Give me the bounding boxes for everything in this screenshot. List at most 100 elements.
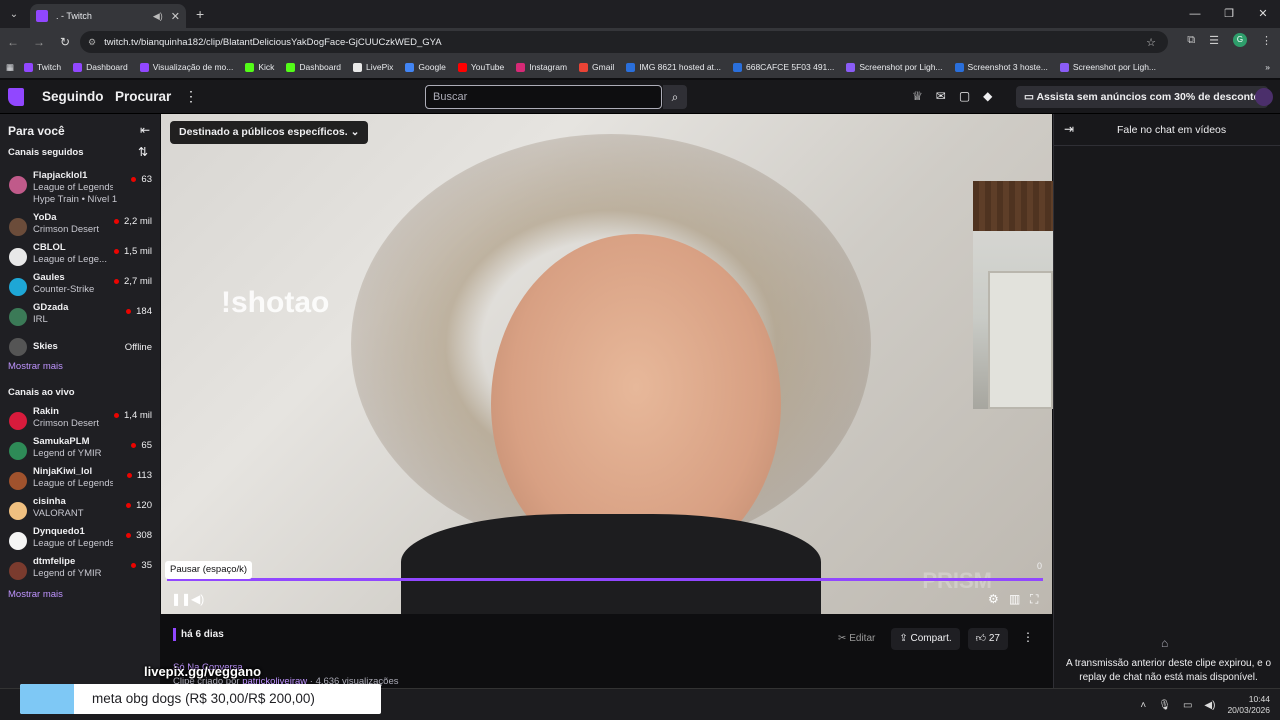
bookmark-item[interactable]: YouTube [457, 62, 504, 72]
ad-free-button[interactable]: ▭ Assista sem anúncios com 30% de descon… [1016, 86, 1268, 108]
channel-game: League of Legends [33, 478, 113, 489]
menu-icon[interactable]: ⋮ [1261, 34, 1272, 47]
new-tab-icon[interactable]: + [196, 6, 204, 22]
clock[interactable]: 10:44 20/03/2026 [1227, 694, 1270, 716]
bookmark-item[interactable]: 668CAFCE 5F03 491... [733, 62, 834, 72]
speaker-icon[interactable]: ◀) [153, 11, 163, 22]
bookmark-item[interactable]: IMG 8621 hosted at... [626, 62, 721, 72]
like-button[interactable]: 👍︎ 27 [967, 628, 1008, 650]
bookmark-favicon-icon [954, 62, 964, 72]
show-more-followed[interactable]: Mostrar mais [8, 361, 63, 372]
reload-icon[interactable]: ↻ [52, 35, 78, 49]
sidebar-channel[interactable]: Rakin Crimson Desert 1,4 mil [0, 406, 160, 436]
bookmark-item[interactable]: Google [405, 62, 446, 72]
viewer-count-text: 120 [136, 500, 152, 511]
like-count: 27 [988, 633, 1000, 644]
bookmark-favicon-icon [579, 62, 589, 72]
bookmark-item[interactable]: Screenshot por Ligh... [1059, 62, 1157, 72]
channel-avatar [9, 338, 27, 356]
search-icon[interactable]: ⌕ [663, 85, 687, 109]
tray-chevron-icon[interactable]: ˄ [1140, 700, 1146, 711]
extensions-icon[interactable]: ⧉ [1187, 34, 1195, 47]
sidebar-channel[interactable]: NinjaKiwi_lol League of Legends 113 [0, 466, 160, 496]
theatre-mode-icon[interactable]: ▥ [1009, 592, 1020, 606]
channel-avatar [9, 218, 27, 236]
clip-more-icon[interactable]: ⋮ [1022, 630, 1034, 644]
volume-icon[interactable]: ◀) [191, 592, 204, 606]
bookmark-label: Gmail [592, 62, 615, 72]
audience-dropdown[interactable]: Destinado a públicos específicos. ⌄ [170, 121, 369, 144]
minimize-icon[interactable]: — [1178, 0, 1212, 28]
video-player[interactable]: !shotao Destinado a públicos específicos… [161, 114, 1052, 614]
sidebar-channel[interactable]: dtmfelipe Legend of YMIR 35 [0, 556, 160, 586]
sidebar-channel[interactable]: GDzada IRL 184 [0, 302, 160, 332]
live-dot-icon [114, 218, 120, 224]
restore-icon[interactable]: ❐ [1212, 0, 1246, 28]
nav-following[interactable]: Seguindo [42, 89, 104, 104]
nav-browse[interactable]: Procurar [115, 89, 171, 104]
bookmark-label: Screenshot por Ligh... [1072, 62, 1157, 72]
user-avatar[interactable] [1255, 88, 1273, 106]
sidebar-channel[interactable]: SamukaPLM Legend of YMIR 65 [0, 436, 160, 466]
edit-button[interactable]: ✂ Editar [830, 628, 883, 650]
bookmark-item[interactable]: LivePix [353, 62, 393, 72]
bookmark-item[interactable]: Twitch [24, 62, 61, 72]
viewer-count: 2,7 mil [114, 276, 152, 287]
apps-icon[interactable]: ▦ [6, 62, 14, 73]
collapse-sidebar-icon[interactable]: ⇤ [140, 123, 150, 137]
viewer-count-text: 2,2 mil [124, 216, 152, 227]
sidebar-channel[interactable]: Skies Offline [0, 332, 160, 362]
back-icon[interactable]: ← [0, 35, 26, 49]
media-icon[interactable]: ☰ [1209, 34, 1219, 47]
bookmark-favicon-icon [626, 62, 636, 72]
bookmark-favicon-icon [457, 62, 467, 72]
sidebar-channel[interactable]: YoDa Crimson Desert 2,2 mil [0, 212, 160, 242]
whispers-icon[interactable]: ▢ [959, 89, 970, 103]
bookmark-item[interactable]: Screenshot por Ligh... [846, 62, 943, 72]
profile-avatar[interactable]: G [1233, 33, 1247, 47]
bookmark-item[interactable]: Gmail [579, 62, 614, 72]
settings-icon[interactable]: ⚙ [988, 592, 999, 606]
bookmark-item[interactable]: Dashboard [286, 62, 341, 72]
url-field[interactable]: ⚙ twitch.tv/bianquinha182/clip/BlatantDe… [80, 31, 1168, 53]
pause-icon[interactable]: ❚❚ [171, 592, 191, 606]
mic-icon[interactable]: 🎙︎ [1158, 700, 1171, 711]
clock-date: 20/03/2026 [1227, 705, 1270, 715]
share-button[interactable]: ⇪ Compart. [891, 628, 960, 650]
close-window-icon[interactable]: ✕ [1246, 0, 1280, 28]
fullscreen-icon[interactable]: ⛶ [1030, 592, 1038, 607]
speaker-tray-icon[interactable]: ◀) [1204, 700, 1215, 711]
bookmark-item[interactable]: Kick [245, 62, 274, 72]
network-icon[interactable]: ▭ [1183, 700, 1192, 711]
bookmark-item[interactable]: Dashboard [73, 62, 128, 72]
crown-icon[interactable]: ♕ [912, 89, 923, 103]
live-dot-icon [131, 442, 137, 448]
site-info-icon[interactable]: ⚙ [88, 37, 96, 48]
bookmark-item[interactable]: Visualização de mo... [139, 62, 233, 72]
more-icon[interactable]: ⋮ [184, 88, 198, 105]
progress-bar[interactable] [167, 578, 1043, 581]
sidebar-channel[interactable]: CBLOL League of Lege... 1,5 mil [0, 242, 160, 272]
bookmark-favicon-icon [846, 62, 856, 72]
tab-title: . - Twitch [56, 11, 92, 21]
bookmark-item[interactable]: Screenshot 3 hoste... [954, 62, 1048, 72]
sidebar-channel[interactable]: Dynquedo1 League of Legends 308 [0, 526, 160, 556]
sidebar-channel[interactable]: Flapjacklol1 League of Legends 63 Hype Trai… [0, 170, 160, 205]
forward-icon[interactable]: → [26, 35, 52, 49]
browser-tab[interactable]: . - Twitch ◀) ✕ [30, 4, 186, 28]
bookmark-item[interactable]: Instagram [516, 62, 567, 72]
more-bookmarks-icon[interactable]: » [1265, 62, 1270, 72]
tab-search-icon[interactable]: ⌄ [2, 4, 26, 24]
inbox-icon[interactable]: ✉ [936, 89, 946, 103]
sidebar-channel[interactable]: Gaules Counter-Strike 2,7 mil [0, 272, 160, 302]
sort-icon[interactable]: ⇅ [138, 145, 148, 159]
search-input[interactable]: Buscar [425, 85, 662, 109]
expand-chat-icon[interactable]: ⇥ [1064, 122, 1074, 136]
show-more-live[interactable]: Mostrar mais [8, 589, 63, 600]
twitch-logo-icon[interactable] [8, 88, 24, 106]
bookmark-favicon-icon [24, 62, 34, 72]
bookmark-star-icon[interactable]: ☆ [1146, 36, 1156, 49]
bits-icon[interactable]: ◆ [983, 89, 992, 103]
sidebar-channel[interactable]: cisinha VALORANT 120 [0, 496, 160, 526]
close-tab-icon[interactable]: ✕ [171, 10, 180, 23]
